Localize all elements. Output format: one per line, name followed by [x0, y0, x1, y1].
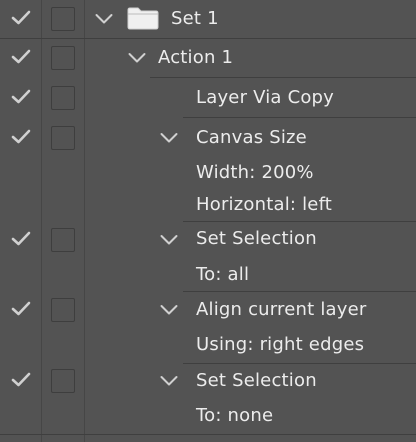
dialog-toggle-box[interactable]	[51, 126, 75, 150]
command-label: Set Selection	[196, 370, 317, 391]
dialog-toggle-box[interactable]	[51, 46, 75, 70]
param-label: Horizontal: left	[196, 194, 333, 215]
command-row[interactable]: Set Selection To: none	[0, 364, 416, 434]
checkmark-icon[interactable]	[10, 298, 32, 320]
command-row[interactable]: Align current layer Using: right edges	[0, 292, 416, 362]
actions-panel: Set 1 Action 1 Layer Via Copy Canvas Siz…	[0, 0, 416, 442]
dialog-toggle-box[interactable]	[51, 298, 75, 322]
chevron-down-icon[interactable]	[159, 300, 179, 320]
chevron-down-icon[interactable]	[94, 9, 114, 29]
dialog-toggle-box[interactable]	[51, 369, 75, 393]
chevron-down-icon[interactable]	[159, 371, 179, 391]
checkmark-icon[interactable]	[10, 7, 32, 29]
command-label: Align current layer	[196, 299, 367, 320]
row-divider	[0, 434, 416, 435]
param-label: To: all	[196, 264, 250, 285]
checkmark-icon[interactable]	[10, 86, 32, 108]
param-label: Width: 200%	[196, 162, 314, 183]
set-row[interactable]: Set 1	[0, 0, 416, 38]
dialog-toggle-box[interactable]	[51, 86, 75, 110]
param-label: To: none	[196, 405, 274, 426]
checkmark-icon[interactable]	[10, 46, 32, 68]
dialog-toggle-box[interactable]	[51, 7, 75, 31]
chevron-down-icon[interactable]	[159, 230, 179, 250]
checkmark-icon[interactable]	[10, 369, 32, 391]
command-label: Layer Via Copy	[196, 87, 335, 108]
chevron-down-icon[interactable]	[159, 128, 179, 148]
param-label: Using: right edges	[196, 334, 365, 355]
checkmark-icon[interactable]	[10, 126, 32, 148]
action-label: Action 1	[158, 47, 234, 68]
command-row[interactable]: Set Selection To: all	[0, 222, 416, 290]
chevron-down-icon[interactable]	[127, 48, 147, 68]
command-label: Canvas Size	[196, 127, 307, 148]
dialog-toggle-box[interactable]	[51, 228, 75, 252]
action-row[interactable]: Action 1	[0, 39, 416, 77]
set-label: Set 1	[171, 8, 219, 29]
checkmark-icon[interactable]	[10, 228, 32, 250]
folder-icon	[127, 6, 159, 30]
command-row[interactable]: Canvas Size Width: 200% Horizontal: left	[0, 118, 416, 220]
command-row[interactable]: Layer Via Copy	[0, 78, 416, 116]
command-label: Set Selection	[196, 228, 317, 249]
